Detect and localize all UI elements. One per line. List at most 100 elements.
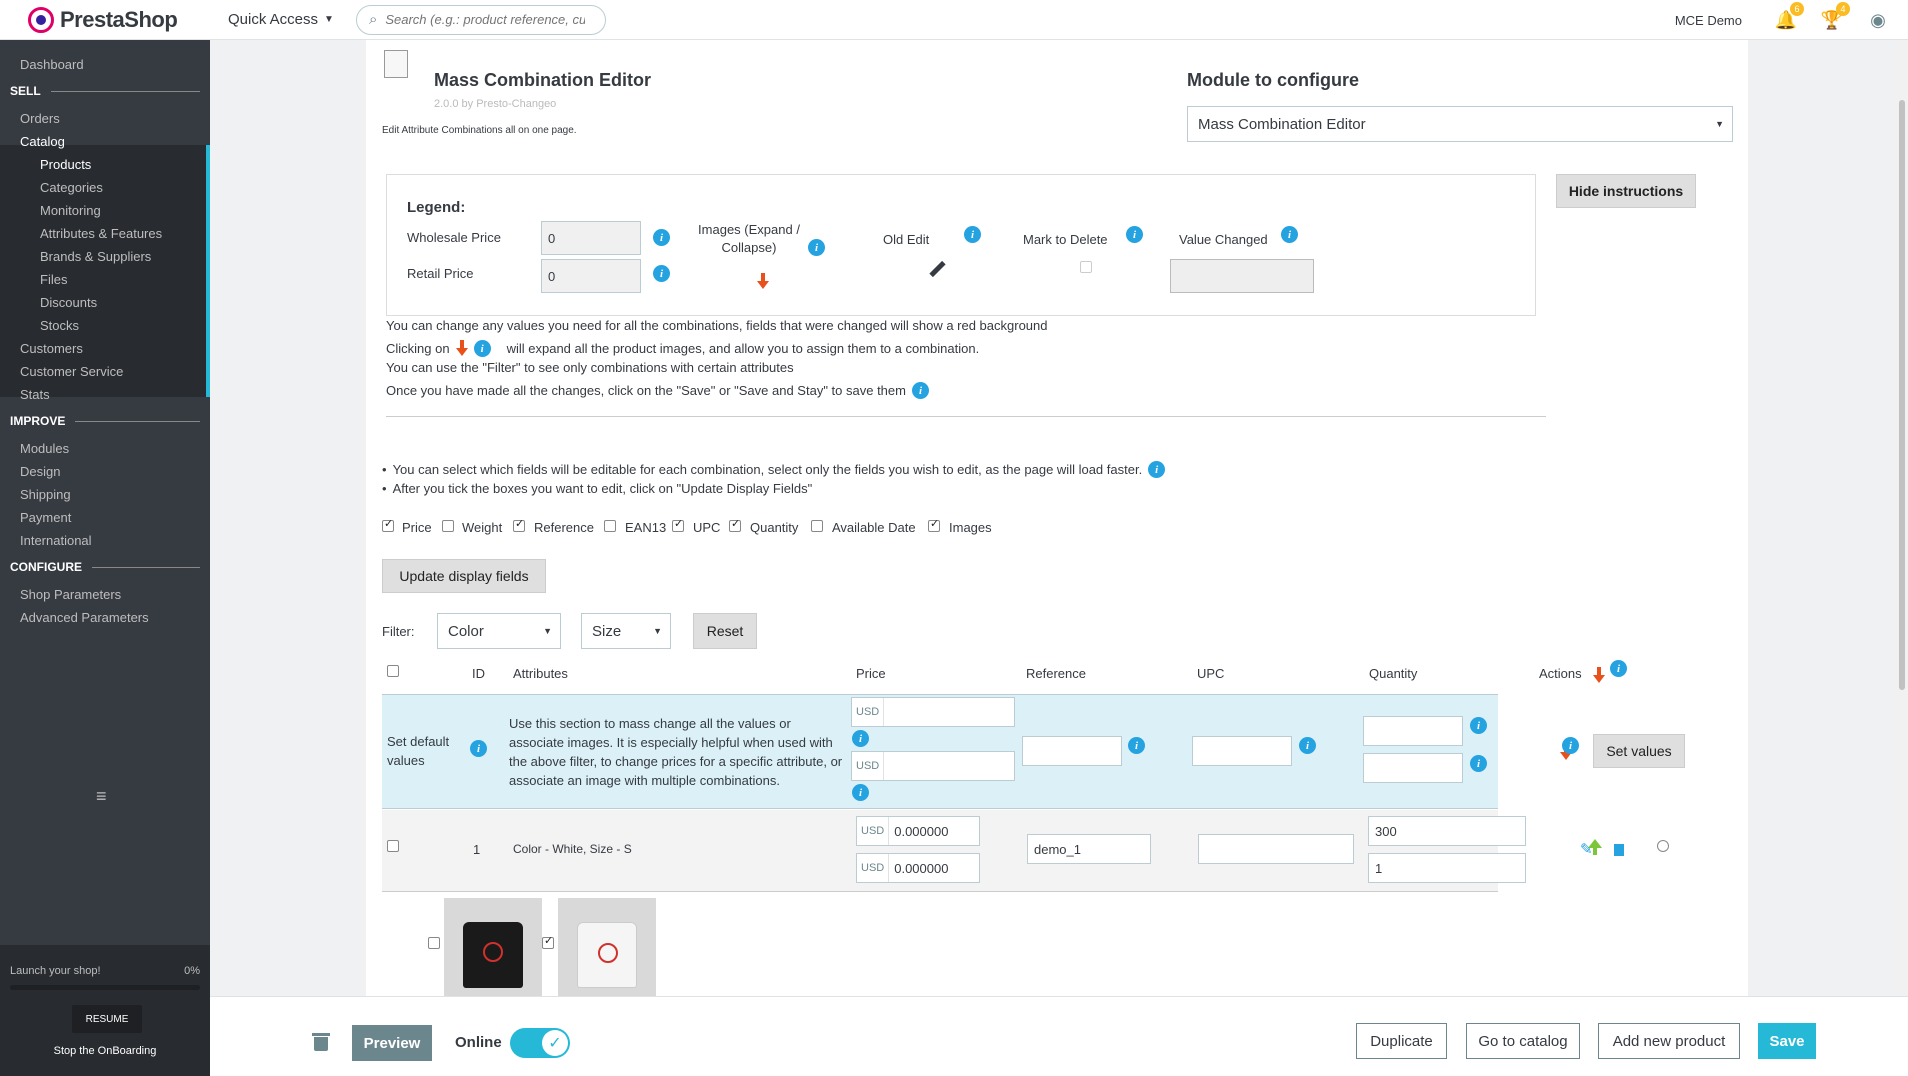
sidebar-item-stocks[interactable]: Stocks: [40, 318, 79, 333]
set-values-button[interactable]: Set values: [1593, 734, 1685, 768]
value-changed-info-icon[interactable]: i: [1281, 226, 1298, 243]
trophy-icon[interactable]: 🏆 4: [1820, 2, 1850, 32]
field-ean13-label: EAN13: [625, 520, 667, 535]
sidebar-item-discounts[interactable]: Discounts: [40, 295, 97, 310]
default-price-2-info-icon[interactable]: i: [852, 784, 869, 801]
image-1-checkbox[interactable]: [428, 937, 440, 949]
sidebar-item-monitoring[interactable]: Monitoring: [40, 203, 101, 218]
select-all-checkbox[interactable]: [387, 665, 399, 677]
save-info-icon[interactable]: i: [911, 382, 929, 399]
sidebar-item-shop-parameters[interactable]: Shop Parameters: [20, 587, 121, 602]
expand-info-icon[interactable]: i: [473, 340, 491, 357]
default-reference-input[interactable]: [1022, 736, 1122, 766]
sidebar-item-dashboard[interactable]: Dashboard: [20, 57, 84, 72]
sidebar-item-international[interactable]: International: [20, 533, 92, 548]
sidebar-item-payment[interactable]: Payment: [20, 510, 71, 525]
default-quantity-1-input[interactable]: [1363, 716, 1463, 746]
expand-all-arrow-icon[interactable]: [1593, 667, 1605, 683]
field-weight-checkbox[interactable]: [442, 520, 454, 532]
row-upc-input[interactable]: [1198, 834, 1354, 864]
field-upc-checkbox[interactable]: [672, 517, 684, 532]
wholesale-info-icon[interactable]: i: [653, 229, 670, 246]
default-combination-radio[interactable]: [1657, 840, 1669, 852]
sidebar-item-catalog[interactable]: Catalog: [20, 134, 65, 149]
image-2-checkbox[interactable]: [542, 934, 554, 949]
go-to-catalog-button[interactable]: Go to catalog: [1466, 1023, 1580, 1059]
actions-info-icon[interactable]: i: [1610, 660, 1627, 677]
sidebar-item-files[interactable]: Files: [40, 272, 67, 287]
fields-info-icon[interactable]: i: [1148, 461, 1166, 478]
expand-arrow-icon: [757, 273, 769, 289]
delete-product-trash-icon[interactable]: [312, 1033, 330, 1051]
user-avatar-icon[interactable]: ◉: [1866, 8, 1890, 32]
sidebar-item-modules[interactable]: Modules: [20, 441, 69, 456]
default-reference-info-icon[interactable]: i: [1128, 737, 1145, 754]
sidebar-item-categories[interactable]: Categories: [40, 180, 103, 195]
default-quantity-2-input[interactable]: [1363, 753, 1463, 783]
field-quantity-checkbox[interactable]: [729, 517, 741, 532]
quick-access-menu[interactable]: Quick Access ▼: [228, 11, 334, 28]
menu-collapse-icon[interactable]: ≡: [96, 786, 107, 807]
delete-trash-icon[interactable]: [1614, 844, 1624, 856]
images-info-icon[interactable]: i: [808, 239, 825, 256]
notifications-bell-icon[interactable]: 🔔 6: [1774, 2, 1804, 32]
field-images-checkbox[interactable]: [928, 517, 940, 532]
sidebar-item-products[interactable]: Products: [40, 157, 91, 172]
legend-box: Legend: Wholesale Price 0 i Retail Price…: [386, 174, 1536, 316]
sidebar-item-shipping[interactable]: Shipping: [20, 487, 71, 502]
sidebar-item-advanced-parameters[interactable]: Advanced Parameters: [20, 610, 149, 625]
stop-onboarding-link[interactable]: Stop the OnBoarding: [0, 1045, 210, 1057]
module-configure-select[interactable]: Mass Combination Editor ▼: [1187, 106, 1733, 142]
prestashop-logo[interactable]: PrestaShop: [28, 6, 228, 33]
search-input[interactable]: [385, 12, 586, 27]
filter-reset-button[interactable]: Reset: [693, 613, 757, 649]
filter-color-select[interactable]: Color ▼: [437, 613, 561, 649]
field-ean13-checkbox[interactable]: [604, 520, 616, 532]
sidebar-item-customers[interactable]: Customers: [20, 341, 83, 356]
default-price-1-info-icon[interactable]: i: [852, 730, 869, 747]
preview-button[interactable]: Preview: [352, 1025, 432, 1061]
row-quantity-2-input[interactable]: 1: [1368, 853, 1526, 883]
update-display-fields-button[interactable]: Update display fields: [382, 559, 546, 593]
resume-button[interactable]: RESUME: [72, 1005, 142, 1033]
default-actions-info-icon[interactable]: i: [1562, 737, 1579, 754]
row-price-2-input[interactable]: USD 0.000000: [856, 853, 980, 883]
row-select-checkbox[interactable]: [387, 840, 399, 852]
sidebar-item-attributes[interactable]: Attributes & Features: [40, 226, 162, 241]
shop-name-link[interactable]: MCE Demo: [1675, 13, 1742, 28]
retail-info-icon[interactable]: i: [653, 265, 670, 282]
search-box[interactable]: ⌕: [355, 4, 606, 35]
old-edit-info-icon[interactable]: i: [964, 226, 981, 243]
default-price-2-input[interactable]: USD: [851, 751, 1015, 781]
edit-pencil-icon[interactable]: ✎: [1580, 840, 1593, 858]
sidebar-item-orders[interactable]: Orders: [20, 111, 60, 126]
field-available-date-checkbox[interactable]: [811, 520, 823, 532]
duplicate-button[interactable]: Duplicate: [1356, 1023, 1447, 1059]
mark-delete-info-icon[interactable]: i: [1126, 226, 1143, 243]
default-upc-input[interactable]: [1192, 736, 1292, 766]
defaults-info-icon[interactable]: i: [470, 740, 487, 757]
onboarding-panel: Launch your shop! 0% RESUME Stop the OnB…: [0, 945, 210, 1076]
sidebar-item-stats[interactable]: Stats: [20, 387, 50, 402]
save-button[interactable]: Save: [1758, 1023, 1816, 1059]
sidebar-item-brands[interactable]: Brands & Suppliers: [40, 249, 151, 264]
field-price-checkbox[interactable]: [382, 517, 394, 532]
online-label: Online: [455, 1034, 502, 1051]
page-scrollbar[interactable]: [1896, 40, 1908, 996]
default-quantity-2-info-icon[interactable]: i: [1470, 755, 1487, 772]
row-quantity-1-input[interactable]: 300: [1368, 816, 1526, 846]
sidebar-item-design[interactable]: Design: [20, 464, 60, 479]
row-reference-input[interactable]: demo_1: [1027, 834, 1151, 864]
sidebar-item-customer-service[interactable]: Customer Service: [20, 364, 123, 379]
hide-instructions-button[interactable]: Hide instructions: [1556, 174, 1696, 208]
filter-size-select[interactable]: Size ▼: [581, 613, 671, 649]
sidebar: Dashboard SELL Orders Catalog Products C…: [0, 40, 210, 1076]
scrollbar-thumb[interactable]: [1899, 100, 1905, 690]
field-reference-checkbox[interactable]: [513, 517, 525, 532]
online-toggle[interactable]: ✓: [510, 1028, 570, 1058]
default-price-1-input[interactable]: USD: [851, 697, 1015, 727]
add-new-product-button[interactable]: Add new product: [1598, 1023, 1740, 1059]
default-quantity-1-info-icon[interactable]: i: [1470, 717, 1487, 734]
default-upc-info-icon[interactable]: i: [1299, 737, 1316, 754]
row-price-1-input[interactable]: USD 0.000000: [856, 816, 980, 846]
